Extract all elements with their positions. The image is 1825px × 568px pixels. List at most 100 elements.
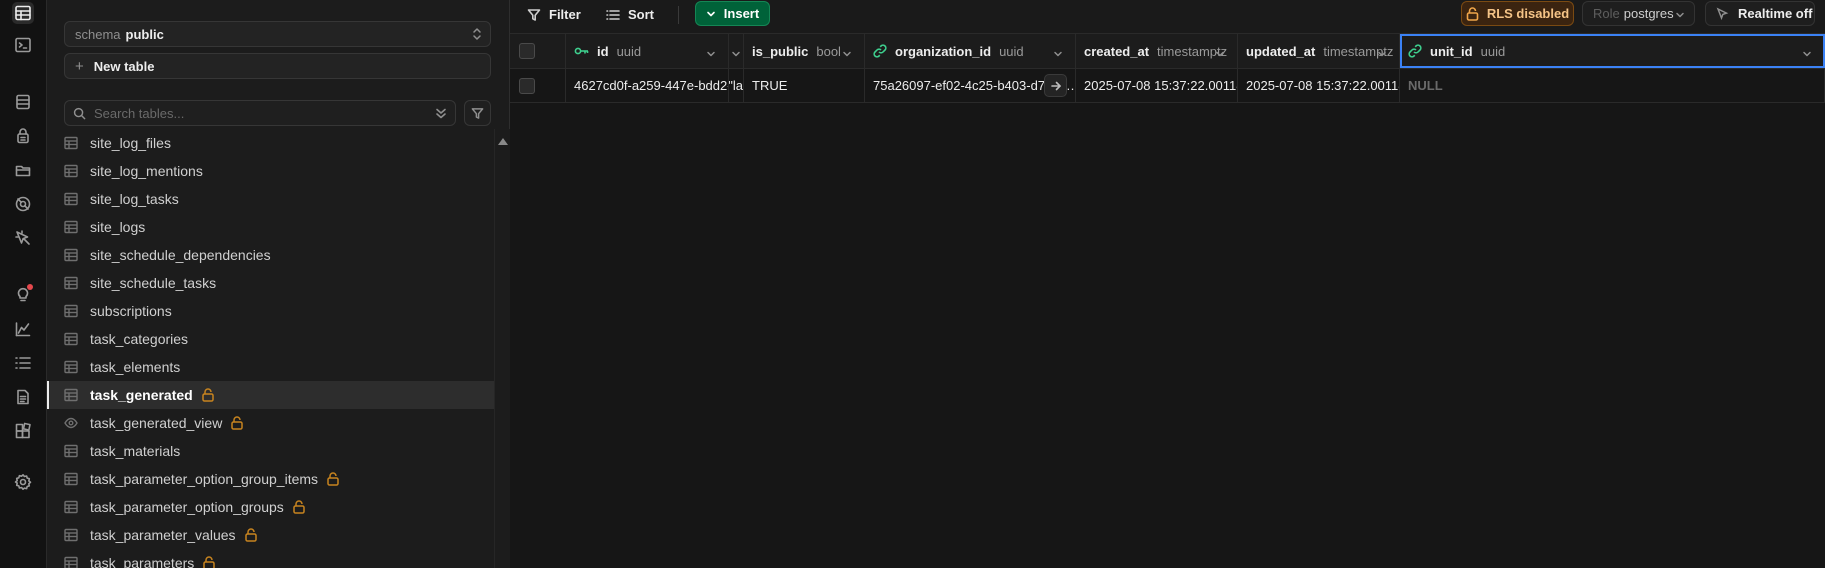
role-label: Role: [1593, 6, 1620, 21]
column-name: created_at: [1084, 43, 1150, 59]
settings-gear-icon[interactable]: [12, 471, 34, 493]
sidebar-table-item[interactable]: task_parameter_option_group_items: [47, 465, 494, 493]
search-tables-input[interactable]: Search tables...: [64, 100, 456, 126]
column-header-updated_at[interactable]: updated_at timestamptz: [1238, 34, 1400, 68]
filter-label: Filter: [549, 7, 581, 22]
scroll-up-arrow-icon[interactable]: [498, 138, 508, 145]
column-type: bool: [816, 43, 841, 59]
chevrons-down-icon[interactable]: [435, 107, 447, 123]
table-icon: [64, 220, 78, 234]
chevron-down-icon[interactable]: [1377, 47, 1387, 62]
select-all-checkbox[interactable]: [519, 43, 535, 59]
column-header-id[interactable]: id uuid: [566, 34, 729, 68]
sidebar-table-item[interactable]: site_log_files: [47, 129, 494, 157]
cell-hidden[interactable]: ":"la: [729, 69, 744, 102]
chevron-down-icon[interactable]: [731, 47, 741, 62]
sidebar-table-item[interactable]: task_generated_view: [47, 409, 494, 437]
view-eye-icon: [64, 416, 78, 430]
search-icon: [73, 107, 86, 119]
schema-selector[interactable]: schema public: [64, 21, 491, 47]
edge-functions-icon[interactable]: [12, 193, 34, 215]
rls-label: RLS disabled: [1486, 6, 1570, 21]
sidebar-table-item[interactable]: subscriptions: [47, 297, 494, 325]
cell-organization_id[interactable]: 75a26097-ef02-4c25-b403-d77ac…: [865, 69, 1076, 102]
chevron-down-icon[interactable]: [842, 47, 852, 62]
column-header-created_at[interactable]: created_at timestamptz: [1076, 34, 1238, 68]
reports-icon[interactable]: [12, 318, 34, 340]
sidebar-table-item[interactable]: task_materials: [47, 437, 494, 465]
cell-value: ":"la: [729, 78, 743, 93]
sidebar-table-item[interactable]: task_parameter_values: [47, 521, 494, 549]
realtime-cursor-icon: [1716, 7, 1729, 20]
filter-button[interactable]: Filter: [527, 3, 581, 26]
database-icon[interactable]: [12, 91, 34, 113]
table-editor-icon[interactable]: [12, 2, 34, 24]
row-checkbox[interactable]: [519, 77, 535, 94]
table-icon: [64, 360, 78, 374]
column-header-unit_id[interactable]: unit_id uuid: [1400, 34, 1825, 68]
cell-value: 2025-07-08 15:37:22.001187+00: [1246, 78, 1399, 93]
table-name-label: task_parameters: [90, 555, 195, 568]
chevron-down-icon[interactable]: [706, 47, 716, 62]
role-selector[interactable]: Role postgres: [1582, 1, 1695, 26]
cell-id[interactable]: 4627cd0f-a259-447e-bdd2-e7c: [566, 69, 729, 102]
sidebar-table-item[interactable]: task_parameters: [47, 549, 494, 568]
rls-disabled-button[interactable]: RLS disabled: [1461, 1, 1574, 26]
column-type: uuid: [616, 43, 642, 59]
column-type: uuid: [999, 43, 1024, 59]
filter-tables-button[interactable]: [464, 100, 491, 126]
unlock-warning-icon: [203, 556, 216, 568]
unlock-warning-icon: [231, 416, 244, 430]
storage-icon[interactable]: [12, 159, 34, 181]
sidebar-table-item[interactable]: site_schedule_dependencies: [47, 241, 494, 269]
view-referenced-row-button[interactable]: [1044, 74, 1067, 97]
table-icon: [64, 192, 78, 206]
filter-icon: [471, 107, 484, 119]
sql-editor-icon[interactable]: [12, 34, 34, 56]
table-icon: [64, 248, 78, 262]
sidebar-table-item[interactable]: task_elements: [47, 353, 494, 381]
insert-button[interactable]: Insert: [695, 1, 770, 26]
table-editor-main: Filter Sort Insert RLS disabled Role pos…: [510, 0, 1825, 568]
cell-updated_at[interactable]: 2025-07-08 15:37:22.001187+00: [1238, 69, 1400, 102]
sidebar-table-item[interactable]: site_schedule_tasks: [47, 269, 494, 297]
advisors-icon[interactable]: [12, 283, 34, 305]
schema-value: public: [125, 26, 164, 42]
chevron-down-icon[interactable]: [1053, 47, 1063, 62]
table-icon: [64, 164, 78, 178]
cell-unit_id[interactable]: NULL: [1400, 69, 1825, 102]
column-header-is_public[interactable]: is_public bool: [744, 34, 865, 68]
column-header-organization_id[interactable]: organization_id uuid: [865, 34, 1076, 68]
sidebar-table-item[interactable]: task_parameter_option_groups: [47, 493, 494, 521]
chevron-down-icon[interactable]: [1215, 47, 1225, 62]
table-icon: [64, 332, 78, 346]
chevron-down-icon[interactable]: [1802, 47, 1812, 62]
auth-icon[interactable]: [12, 125, 34, 147]
realtime-icon[interactable]: [12, 227, 34, 249]
cell-created_at[interactable]: 2025-07-08 15:37:22.001187+00: [1076, 69, 1238, 102]
cell-is_public[interactable]: TRUE: [744, 69, 865, 102]
sidebar-table-item[interactable]: task_categories: [47, 325, 494, 353]
table-name-label: site_log_mentions: [90, 163, 203, 179]
new-table-button[interactable]: + New table: [64, 53, 491, 79]
sidebar-table-item[interactable]: site_log_mentions: [47, 157, 494, 185]
sort-button[interactable]: Sort: [606, 3, 654, 26]
cell-value: 2025-07-08 15:37:22.001187+00: [1084, 78, 1237, 93]
sidebar-table-item[interactable]: task_generated: [47, 381, 494, 409]
realtime-toggle-button[interactable]: Realtime off: [1705, 1, 1815, 26]
logs-icon[interactable]: [12, 352, 34, 374]
table-icon: [64, 556, 78, 568]
column-name: updated_at: [1246, 43, 1316, 59]
sidebar-table-item[interactable]: site_logs: [47, 213, 494, 241]
column-type: uuid: [1480, 43, 1506, 59]
api-docs-icon[interactable]: [12, 386, 34, 408]
table-icon: [64, 528, 78, 542]
unlock-warning-icon: [293, 500, 305, 514]
arrow-right-icon: [1050, 81, 1061, 90]
table-row[interactable]: 4627cd0f-a259-447e-bdd2-e7c":"la TRUE 75a2…: [510, 69, 1825, 103]
column-header-hidden[interactable]: [729, 34, 744, 68]
integrations-icon[interactable]: [12, 420, 34, 442]
sidebar-scrollbar[interactable]: [494, 129, 510, 568]
column-name: unit_id: [1430, 43, 1473, 59]
sidebar-table-item[interactable]: site_log_tasks: [47, 185, 494, 213]
